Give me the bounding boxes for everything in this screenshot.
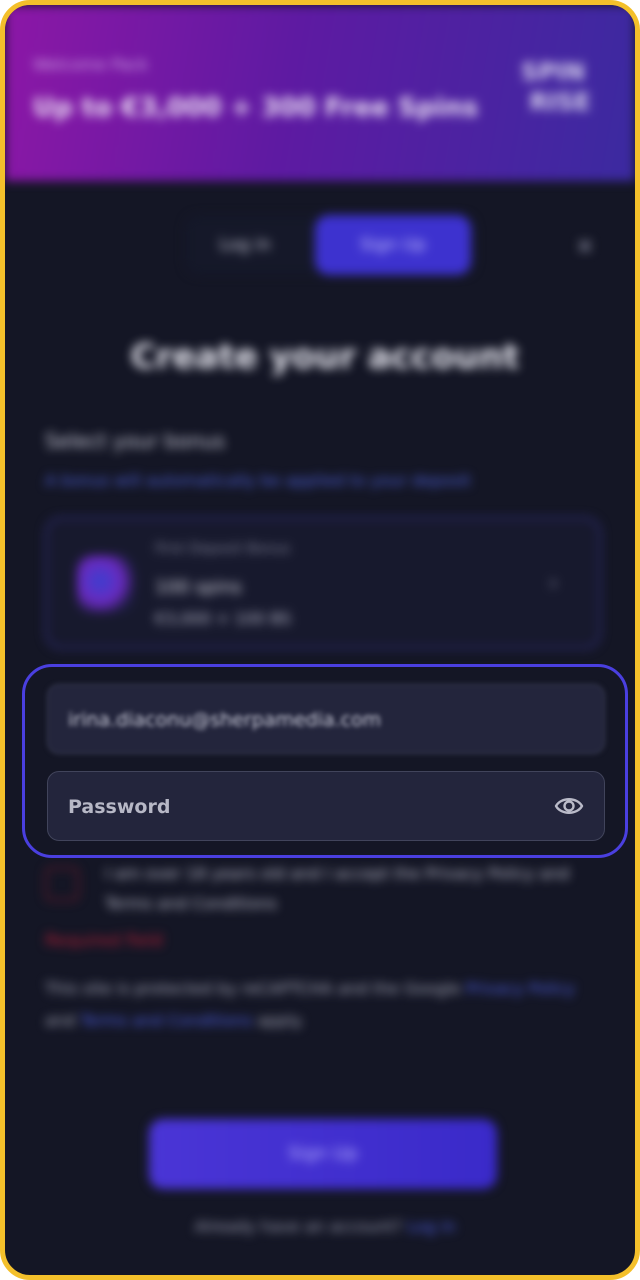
page-title: Create your account — [130, 337, 520, 377]
terms-label: I am over 18 years old and I accept the … — [105, 864, 570, 913]
signup-button[interactable]: Sign Up — [149, 1119, 497, 1189]
terms-checkbox[interactable] — [45, 867, 79, 901]
email-field[interactable]: irina.diaconu@sherpamedia.com — [47, 684, 605, 754]
login-link[interactable]: Log in — [407, 1217, 455, 1236]
bonus-value: 100 spins — [155, 577, 242, 598]
chevron-right-icon[interactable]: › — [549, 571, 558, 596]
privacy-policy-link[interactable]: Privacy Policy — [466, 979, 575, 998]
close-icon[interactable]: × — [561, 223, 609, 271]
bonus-code: €3,000 + 100 BS — [155, 609, 292, 628]
email-value: irina.diaconu@sherpamedia.com — [68, 709, 382, 731]
recaptcha-suffix: apply. — [257, 1011, 305, 1030]
banner-welcome: Welcome Pack — [33, 55, 149, 74]
tab-signup[interactable]: Sign Up — [315, 215, 471, 275]
password-field[interactable]: Password — [47, 771, 605, 841]
recaptcha-middle: and — [45, 1011, 76, 1030]
banner-offer: Up to €3,000 + 300 Free Spins — [33, 93, 479, 123]
app-frame: Welcome Pack Up to €3,000 + 300 Free Spi… — [0, 0, 640, 1280]
blurred-background: Welcome Pack Up to €3,000 + 300 Free Spi… — [5, 5, 635, 1275]
terms-link[interactable]: Terms and Conditions — [80, 1011, 252, 1030]
login-prompt-text: Already have an account? — [194, 1217, 403, 1236]
password-placeholder: Password — [68, 796, 171, 818]
brand-logo: SPIN RISE — [497, 57, 609, 121]
credentials-highlight: irina.diaconu@sherpamedia.com Password — [22, 664, 628, 858]
promo-banner: Welcome Pack Up to €3,000 + 300 Free Spi… — [5, 5, 635, 181]
recaptcha-prefix: This site is protected by reCAPTCHA and … — [45, 979, 461, 998]
auth-tabs: Log in Sign Up — [185, 215, 475, 275]
recaptcha-notice: This site is protected by reCAPTCHA and … — [45, 973, 605, 1037]
bonus-label: First Deposit Bonus — [155, 541, 291, 557]
login-prompt: Already have an account? Log in — [5, 1217, 635, 1236]
bonus-heading: Select your bonus — [45, 429, 226, 453]
logo-line-1: SPIN — [521, 58, 585, 86]
gift-icon — [77, 555, 135, 613]
bonus-subheading: A bonus will automatically be applied to… — [45, 471, 471, 490]
bonus-card[interactable]: First Deposit Bonus 100 spins €3,000 + 1… — [45, 517, 601, 649]
required-field-error: Required field — [45, 931, 163, 951]
eye-icon[interactable] — [554, 793, 584, 819]
tab-login[interactable]: Log in — [185, 215, 305, 275]
logo-line-2: RISE — [529, 88, 591, 116]
